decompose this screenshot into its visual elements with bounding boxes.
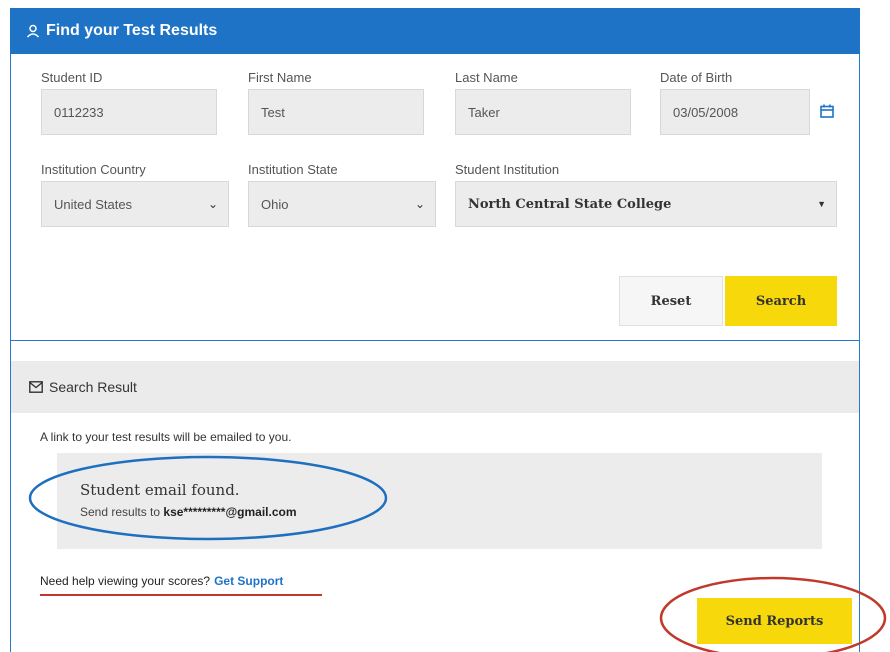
annotation-blue-ellipse [28, 455, 388, 541]
annotation-overlay [28, 455, 887, 652]
annotation-red-ellipse [659, 576, 887, 652]
